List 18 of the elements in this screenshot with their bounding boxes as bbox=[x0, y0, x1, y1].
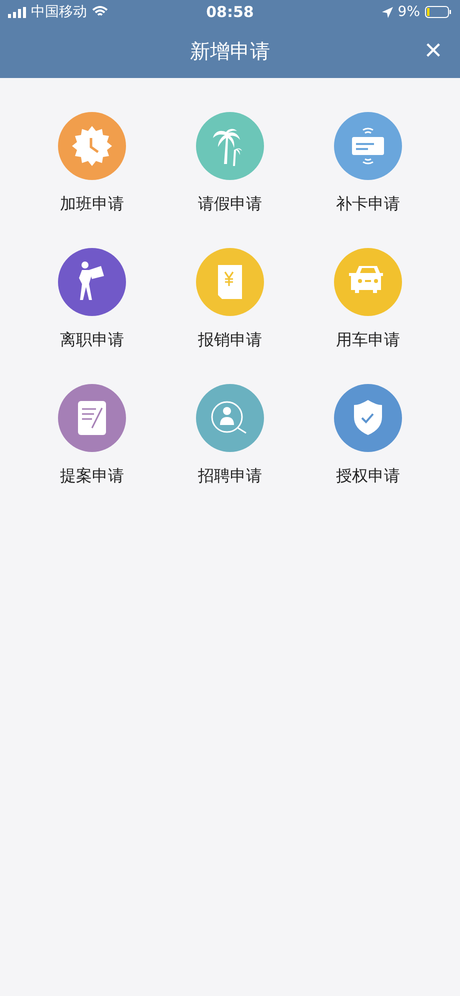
application-label[interactable]: 报销申请 bbox=[198, 330, 262, 351]
application-label[interactable]: 离职申请 bbox=[60, 330, 124, 351]
battery-icon bbox=[425, 6, 452, 18]
page-title: 新增申请 bbox=[190, 38, 270, 64]
signal-icon bbox=[8, 6, 26, 18]
application-label[interactable]: 授权申请 bbox=[336, 466, 400, 487]
application-label[interactable]: 用车申请 bbox=[336, 330, 400, 351]
wifi-icon bbox=[92, 6, 108, 18]
location-icon bbox=[382, 6, 393, 18]
application-label[interactable]: 请假申请 bbox=[198, 194, 262, 215]
carrier-name: 中国移动 bbox=[31, 3, 87, 21]
application-label[interactable]: 补卡申请 bbox=[336, 194, 400, 215]
status-time: 08:58 bbox=[206, 3, 254, 21]
close-button[interactable]: × bbox=[424, 36, 442, 66]
battery-percent: 9% bbox=[398, 4, 420, 20]
application-label[interactable]: 加班申请 bbox=[60, 194, 124, 215]
application-label[interactable]: 招聘申请 bbox=[198, 466, 262, 487]
application-label[interactable]: 提案申请 bbox=[60, 466, 124, 487]
